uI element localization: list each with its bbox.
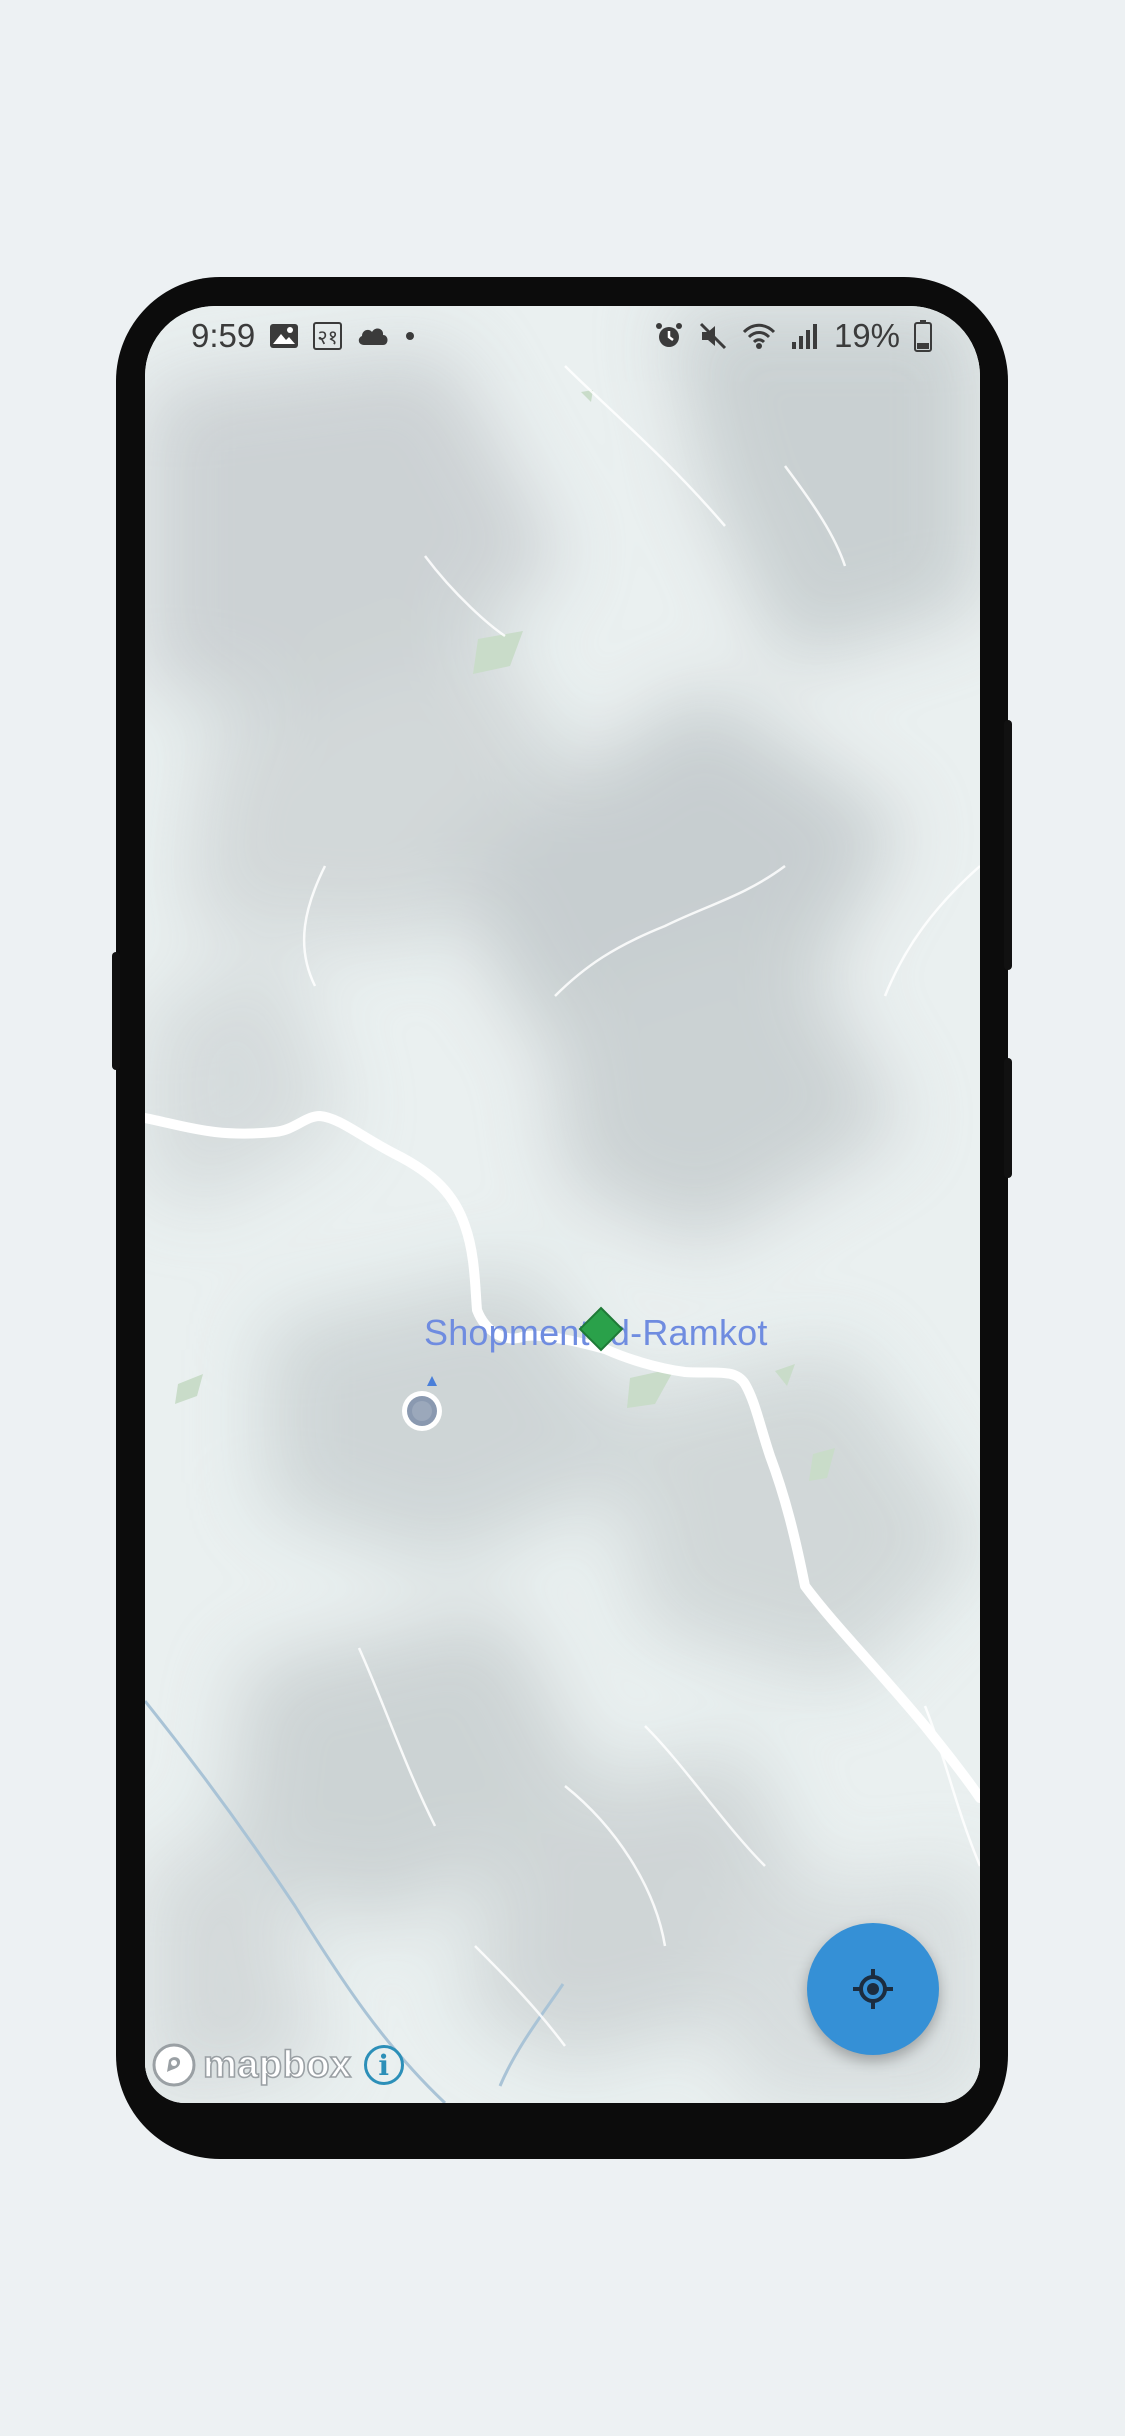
power-button (1004, 720, 1012, 970)
map-canvas[interactable] (145, 306, 980, 2103)
status-bar: 9:59 २१ 19% (145, 306, 980, 366)
user-location-icon (386, 1366, 476, 1456)
poi-marker-icon[interactable] (578, 1306, 624, 1352)
heading-arrow-icon (427, 1376, 437, 1386)
mapbox-logo[interactable]: mapbox (151, 2042, 352, 2088)
clock: 9:59 (191, 317, 256, 354)
dot-icon (404, 330, 416, 342)
cloud-icon (356, 325, 390, 347)
status-left: 9:59 २१ (191, 317, 416, 355)
wifi-icon (742, 322, 776, 350)
notification-badge-label: २१ (317, 326, 339, 349)
status-right: 19% (654, 317, 932, 355)
mute-icon (698, 321, 728, 351)
notification-badge-icon: २१ (313, 322, 343, 350)
signal-icon (790, 322, 820, 350)
mapbox-wordmark: mapbox (202, 2043, 352, 2087)
attribution-info-button[interactable]: i (363, 2045, 404, 2085)
map-screen[interactable]: 9:59 २१ 19% mapbox i (145, 306, 980, 2103)
recenter-button[interactable] (807, 1923, 939, 2055)
battery-icon (914, 320, 932, 352)
attribution: mapbox i (151, 2039, 404, 2091)
locate-icon (851, 1967, 895, 2011)
alarm-icon (654, 321, 684, 351)
side-button (1004, 1058, 1012, 1178)
image-icon (269, 323, 299, 349)
battery-percent: 19% (833, 317, 900, 354)
mapbox-logo-icon (152, 2043, 196, 2087)
volume-button (112, 952, 120, 1070)
